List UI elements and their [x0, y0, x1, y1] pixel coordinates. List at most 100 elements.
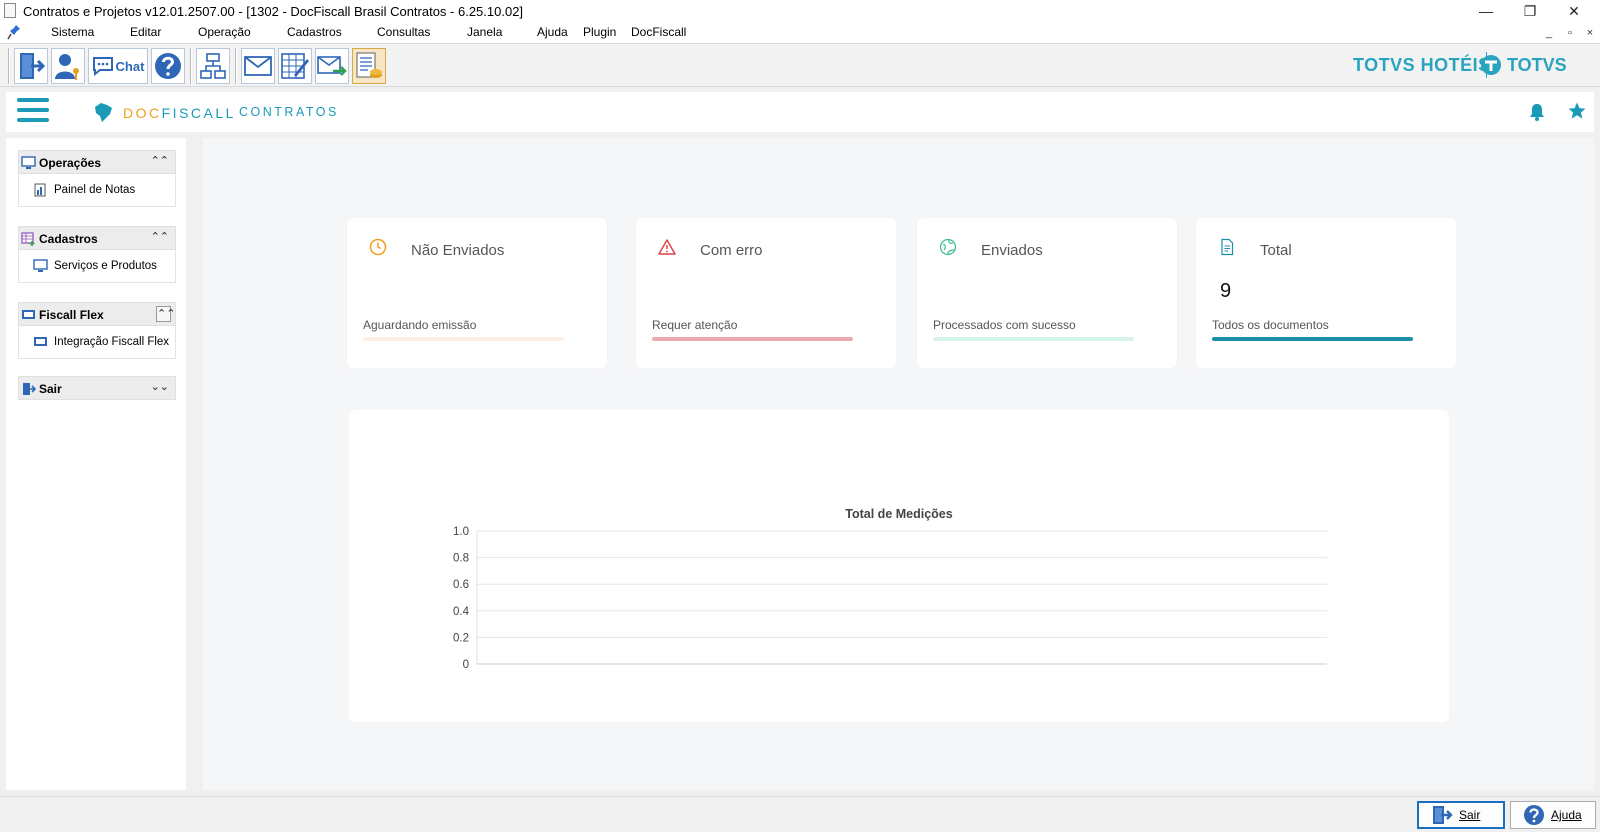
card-value: 9 [1220, 280, 1232, 302]
help-button[interactable] [151, 48, 185, 84]
card-com-erro[interactable]: Com erro Requer atenção [636, 218, 896, 368]
brand-totvs: TOTVS [1507, 55, 1567, 75]
star-icon[interactable] [1568, 102, 1586, 120]
chart-y-tick-label: 0.6 [453, 579, 469, 591]
ajuda-label: Ajuda [1551, 808, 1582, 822]
toolbar-grip [8, 48, 10, 84]
menu-ajuda[interactable]: Ajuda [537, 25, 568, 39]
sidebar-group-fiscall-flex: Fiscall Flex ⌃⌃ Integração Fiscall Flex [18, 302, 176, 359]
logo-text: DOCFISCALL [123, 105, 236, 121]
exit-door-icon [23, 383, 36, 395]
sidebar-group-sair: Sair ⌄⌄ [18, 376, 176, 400]
card-title: Não Enviados [411, 242, 505, 259]
window-title: Contratos e Projetos v12.01.2507.00 - [1… [23, 4, 524, 19]
restore-button[interactable]: ❐ [1508, 0, 1552, 22]
exit-door-button[interactable] [14, 48, 48, 84]
sidebar-header-sair[interactable]: Sair ⌄⌄ [18, 376, 176, 400]
mail-button[interactable] [241, 48, 275, 84]
collapse-chevron-icon[interactable]: ⌃⌃ [151, 154, 169, 167]
menu-editar[interactable]: Editar [130, 25, 161, 39]
status-bar: Sair Ajuda [0, 796, 1600, 832]
chart-y-tick-label: 0.2 [453, 632, 469, 644]
exit-door-icon [20, 53, 45, 79]
sair-button[interactable]: Sair [1417, 801, 1505, 829]
user-key-button[interactable] [51, 48, 85, 84]
pin-icon[interactable] [7, 24, 21, 40]
sidebar-item-integracao-fiscall-flex[interactable]: Integração Fiscall Flex [18, 326, 176, 359]
edit-grid-button[interactable] [278, 48, 312, 84]
report-coins-button[interactable] [352, 48, 386, 84]
menu-sistema[interactable]: Sistema [51, 25, 94, 39]
warning-icon [658, 239, 676, 255]
table-add-icon [21, 232, 35, 246]
send-mail-button[interactable] [315, 48, 349, 84]
close-button[interactable]: ✕ [1552, 0, 1596, 22]
card-subtitle: Todos os documentos [1212, 318, 1329, 332]
chart-y-ticks: 0 0.2 0.4 0.6 0.8 1.0 [453, 526, 470, 671]
chart-y-tick-label: 0.8 [453, 553, 469, 565]
app-header: DOCFISCALL CONTRATOS [6, 92, 1594, 132]
toolbar-separator [190, 48, 192, 84]
card-progress-bar [1212, 337, 1413, 341]
chart-y-tick-label: 0.4 [453, 606, 470, 618]
mdi-restore-button[interactable]: ▫ [1562, 25, 1578, 41]
sidebar: Operações ⌃⌃ Painel de Notas Cadastros ⌃… [6, 138, 186, 790]
chat-label: Chat [115, 58, 145, 74]
expand-chevron-icon[interactable]: ⌄⌄ [151, 380, 169, 393]
structure-button[interactable] [196, 48, 230, 84]
card-nao-enviados[interactable]: Não Enviados Aguardando emissão [347, 218, 607, 368]
app-document-icon [4, 3, 16, 18]
ajuda-button[interactable]: Ajuda [1510, 801, 1596, 829]
card-title: Com erro [700, 242, 763, 259]
mdi-close-button[interactable]: × [1582, 25, 1598, 41]
menu-operacao[interactable]: Operação [198, 25, 251, 39]
report-coins-icon [356, 52, 382, 78]
mail-icon [244, 56, 272, 76]
menu-plugin[interactable]: Plugin [583, 25, 616, 39]
sidebar-header-fiscall-flex[interactable]: Fiscall Flex ⌃⌃ [18, 302, 176, 326]
send-mail-icon [317, 56, 347, 76]
card-progress-bar [933, 337, 1134, 341]
mdi-minimize-button[interactable]: _ [1541, 25, 1557, 41]
collapse-chevron-icon[interactable]: ⌃⌃ [156, 306, 175, 322]
collapse-chevron-icon[interactable]: ⌃⌃ [151, 230, 169, 243]
card-subtitle: Processados com sucesso [933, 318, 1076, 332]
chart-total-medicoes: Total de Medições 0 0.2 0.4 0.6 0.8 1.0 [349, 410, 1449, 722]
menu-docfiscall[interactable]: DocFiscall [631, 25, 686, 39]
monitor-list-icon [33, 259, 48, 272]
monitor-icon [21, 156, 36, 169]
bell-icon[interactable] [1529, 103, 1545, 121]
globe-check-icon [939, 238, 957, 256]
hamburger-menu-icon[interactable] [17, 98, 49, 124]
card-enviados[interactable]: Enviados Processados com sucesso [917, 218, 1177, 368]
sidebar-item-painel-de-notas[interactable]: Painel de Notas [18, 174, 176, 207]
chat-button[interactable]: Chat [88, 48, 148, 84]
menu-janela[interactable]: Janela [467, 25, 502, 39]
card-progress-bar [652, 337, 853, 341]
sidebar-item-servicos-e-produtos[interactable]: Serviços e Produtos [18, 250, 176, 283]
card-progress-bar [363, 337, 564, 341]
card-title: Total [1260, 242, 1292, 259]
chart-y-tick-label: 1.0 [453, 526, 469, 538]
minimize-button[interactable]: — [1464, 0, 1508, 22]
card-total[interactable]: Total 9 Todos os documentos [1196, 218, 1456, 368]
chart-svg: Total de Medições 0 0.2 0.4 0.6 0.8 1.0 [453, 507, 1327, 671]
exit-door-icon [1433, 806, 1453, 824]
toolbar-separator [235, 48, 237, 84]
user-key-icon [55, 54, 79, 80]
card-title: Enviados [981, 242, 1043, 259]
totvs-logo-icon [1481, 55, 1501, 75]
menu-consultas[interactable]: Consultas [377, 25, 430, 39]
card-subtitle: Requer atenção [652, 318, 738, 332]
sidebar-group-cadastros: Cadastros ⌃⌃ Serviços e Produtos [18, 226, 176, 283]
menu-bar: Sistema Editar Operação Cadastros Consul… [0, 22, 1600, 43]
logo-subtitle: CONTRATOS [239, 105, 339, 119]
chart-y-tick-label: 0 [463, 659, 469, 671]
clock-icon [369, 238, 387, 256]
sidebar-header-cadastros[interactable]: Cadastros ⌃⌃ [18, 226, 176, 250]
menu-cadastros[interactable]: Cadastros [287, 25, 342, 39]
help-icon [1524, 805, 1544, 825]
sidebar-header-operacoes[interactable]: Operações ⌃⌃ [18, 150, 176, 174]
brazil-map-logo-icon [95, 103, 112, 122]
brand-totvs-hoteis: TOTVS HOTÉIS [1353, 55, 1491, 75]
